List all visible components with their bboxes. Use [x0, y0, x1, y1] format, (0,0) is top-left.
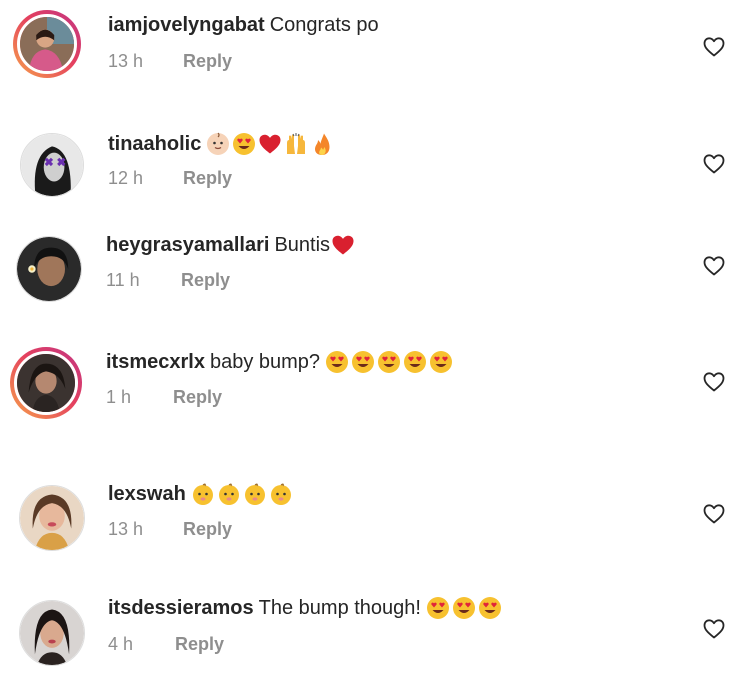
reply-button[interactable]: Reply [183, 50, 232, 72]
comment-username[interactable]: itsmecxrlx [106, 349, 205, 375]
baby-face-emoji [206, 132, 230, 156]
red-heart-emoji [331, 233, 355, 257]
reply-button[interactable]: Reply [183, 518, 232, 540]
reply-button[interactable]: Reply [173, 386, 222, 408]
comment-timestamp: 13 h [108, 51, 144, 71]
comment-emojis [426, 596, 504, 620]
avatar-photo [20, 601, 84, 665]
like-heart-icon[interactable] [702, 502, 726, 526]
heart-eyes-emoji [377, 350, 401, 374]
comment-username[interactable]: heygrasyamallari [106, 232, 269, 258]
avatar[interactable] [10, 347, 82, 419]
like-heart-icon[interactable] [702, 370, 726, 394]
heart-eyes-emoji [426, 596, 450, 620]
comment-emojis [191, 482, 295, 506]
comment-emojis [206, 132, 336, 156]
comment-emojis [325, 350, 455, 374]
reply-button[interactable]: Reply [181, 269, 230, 291]
like-heart-icon[interactable] [702, 35, 726, 59]
fire-emoji [310, 132, 334, 156]
avatar[interactable] [20, 133, 84, 197]
comment-text: baby bump? [209, 351, 321, 373]
comment-timestamp: 1 h [106, 387, 132, 407]
reply-button[interactable]: Reply [183, 167, 232, 189]
heart-eyes-emoji [325, 350, 349, 374]
red-heart-emoji [258, 132, 282, 156]
comment-username[interactable]: itsdessieramos [108, 595, 254, 621]
avatar[interactable] [19, 485, 85, 551]
raising-hands-emoji [284, 132, 308, 156]
like-heart-icon[interactable] [702, 617, 726, 641]
comment-emojis [331, 233, 357, 257]
comment-username[interactable]: lexswah [108, 481, 186, 507]
avatar-photo [20, 17, 74, 71]
like-heart-icon[interactable] [702, 152, 726, 176]
heart-eyes-emoji [403, 350, 427, 374]
avatar[interactable] [19, 600, 85, 666]
comment-timestamp: 13 h [108, 519, 144, 539]
like-heart-icon[interactable] [702, 254, 726, 278]
comment-username[interactable]: iamjovelyngabat [108, 12, 265, 38]
reply-button[interactable]: Reply [175, 633, 224, 655]
comment-text: Congrats po [269, 14, 379, 36]
comment-username[interactable]: tinaaholic [108, 131, 201, 157]
comment-text: The bump though! [258, 597, 421, 619]
avatar-photo [17, 354, 75, 412]
baby-emoji [269, 482, 293, 506]
comment-text: Buntis [274, 234, 331, 256]
avatar-photo [17, 237, 81, 301]
heart-eyes-emoji [478, 596, 502, 620]
avatar[interactable] [13, 10, 81, 78]
comment-timestamp: 12 h [108, 168, 144, 188]
heart-eyes-emoji [429, 350, 453, 374]
heart-eyes-emoji [351, 350, 375, 374]
avatar-photo [20, 486, 84, 550]
avatar-photo [21, 134, 83, 196]
heart-eyes-emoji [232, 132, 256, 156]
heart-eyes-emoji [452, 596, 476, 620]
baby-emoji [191, 482, 215, 506]
baby-emoji [243, 482, 267, 506]
baby-emoji [217, 482, 241, 506]
comment-timestamp: 4 h [108, 634, 134, 654]
avatar[interactable] [16, 236, 82, 302]
comment-timestamp: 11 h [106, 270, 140, 290]
